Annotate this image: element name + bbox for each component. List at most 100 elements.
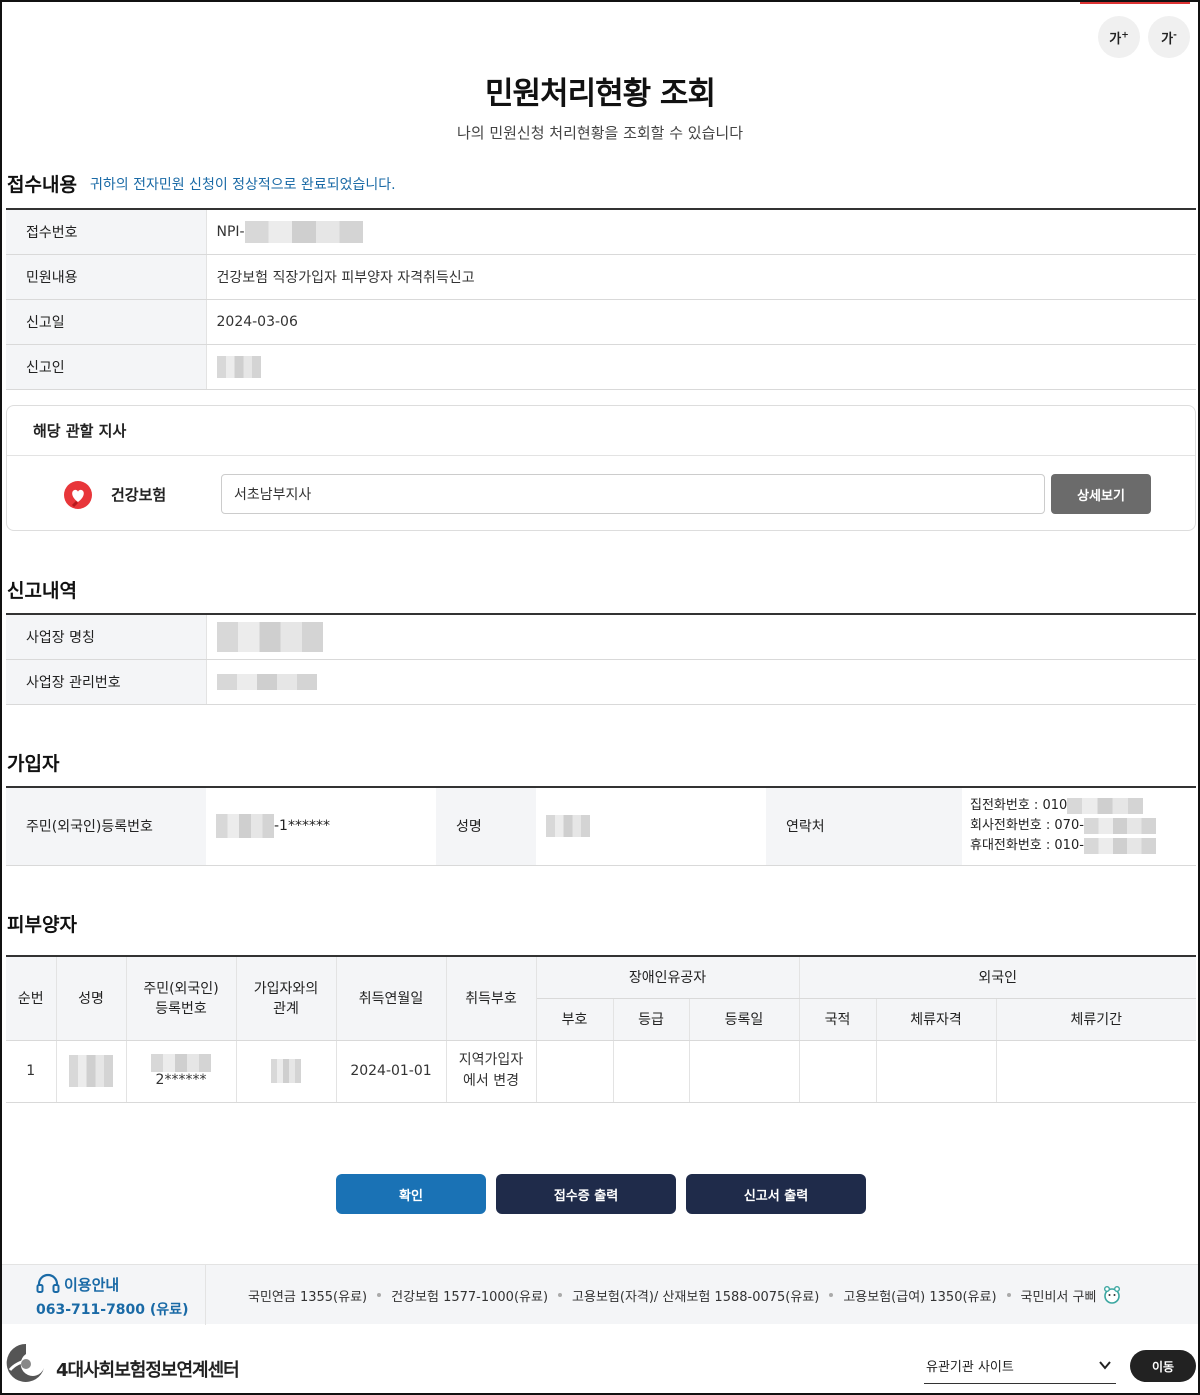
- separator-dot: [377, 1293, 382, 1297]
- hotline-employment-injury[interactable]: 고용보험(자격)/ 산재보험 1588-0075(유료): [572, 1286, 819, 1305]
- contact-label: 연락처: [766, 787, 962, 866]
- page-subtitle: 나의 민원신청 처리현황을 조회할 수 있습니다: [456, 124, 744, 142]
- health-insurance-heart-icon: [64, 481, 92, 509]
- masked-value: [216, 673, 317, 690]
- table-row: 사업장 관리번호: [6, 659, 1196, 705]
- col-disabled-code: 부호: [536, 998, 614, 1041]
- contact-title: 이용안내: [64, 1276, 120, 1294]
- reporter-label: 신고인: [6, 344, 207, 390]
- table-row: 주민(외국인)등록번호 -1****** 성명 연락처 집전화번호 : 010 …: [6, 787, 1196, 866]
- contact-phone: 063-711-7800 (유료): [36, 1302, 189, 1318]
- branch-title: 해당 관할 지사: [7, 406, 1195, 456]
- receipt-table: 접수번호 NPI- 민원내용 건강보험 직장가입자 피부양자 자격취득신고 신고…: [6, 208, 1196, 390]
- masked-value: [216, 621, 323, 652]
- font-decrease-sup: -: [1173, 30, 1177, 41]
- headset-icon: [36, 1273, 60, 1293]
- col-disabled-group: 장애인유공자: [536, 956, 800, 999]
- reporter-value: [206, 344, 1196, 390]
- font-size-controls: 가+ 가-: [1098, 16, 1190, 58]
- workplace-number-value: [206, 659, 1196, 705]
- table-row: 민원내용 건강보험 직장가입자 피부양자 자격취득신고: [6, 254, 1196, 300]
- subscriber-id-suffix: -1******: [274, 818, 330, 835]
- hotline-health[interactable]: 건강보험 1577-1000(유료): [391, 1286, 548, 1305]
- contact-value: 집전화번호 : 010 회사전화번호 : 070- 휴대전화번호 : 010-: [962, 787, 1196, 866]
- masked-value: [546, 815, 590, 838]
- org-logo-icon: [6, 1343, 44, 1382]
- chevron-down-icon: [1099, 1361, 1111, 1370]
- dep-stay-period: [996, 1040, 1196, 1103]
- petition-content-value: 건강보험 직장가입자 피부양자 자격취득신고: [206, 254, 1196, 300]
- dep-id-suffix: 2******: [155, 1072, 207, 1088]
- page-frame: 가+ 가- 민원처리현황 조회 나의 민원신청 처리현황을 조회할 수 있습니다…: [0, 0, 1200, 1395]
- workplace-name-value: [206, 614, 1196, 660]
- dep-acq-date: 2024-01-01: [336, 1040, 447, 1103]
- confirm-button[interactable]: 확인: [336, 1174, 486, 1214]
- table-row: 1 2****** 2024-01-01 지역가입자 에서 변경: [6, 1040, 1196, 1103]
- receipt-section-title: 접수내용: [7, 174, 77, 196]
- col-nationality: 국적: [799, 998, 877, 1041]
- print-receipt-button[interactable]: 접수증 출력: [496, 1174, 676, 1214]
- hotline-gubbi[interactable]: 국민비서 구삐: [1021, 1286, 1097, 1305]
- dep-disabled-reg: [689, 1040, 800, 1103]
- dep-relation: [236, 1040, 337, 1103]
- col-relation: 가입자와의 관계: [236, 956, 337, 1041]
- print-report-button[interactable]: 신고서 출력: [686, 1174, 866, 1214]
- masked-value: [1083, 817, 1156, 834]
- report-table: 사업장 명칭 사업장 관리번호: [6, 613, 1196, 705]
- table-row: 신고인: [6, 344, 1196, 390]
- petition-content-label: 민원내용: [6, 254, 207, 300]
- subscriber-name-value: [536, 787, 766, 866]
- col-seq: 순번: [6, 956, 57, 1041]
- receipt-number-label: 접수번호: [6, 209, 207, 255]
- masked-value: [151, 1054, 211, 1072]
- dep-seq: 1: [6, 1040, 57, 1103]
- receipt-number-value: NPI-: [206, 209, 1196, 255]
- masked-value: [216, 355, 261, 378]
- subscriber-id-value: -1******: [206, 787, 436, 866]
- mobile-phone: 휴대전화번호 : 010-: [970, 836, 1186, 856]
- report-date-label: 신고일: [6, 299, 207, 345]
- mobile-phone-text: 휴대전화번호 : 010-: [970, 838, 1084, 854]
- branch-box: 해당 관할 지사 건강보험 상세보기: [6, 405, 1196, 531]
- subscriber-table: 주민(외국인)등록번호 -1****** 성명 연락처 집전화번호 : 010 …: [6, 786, 1196, 866]
- report-date-value: 2024-03-06: [206, 299, 1196, 345]
- font-decrease-button[interactable]: 가-: [1148, 16, 1190, 58]
- branch-office-field[interactable]: [221, 474, 1045, 514]
- insurer-name: 건강보험: [111, 486, 167, 504]
- dep-name: [56, 1040, 127, 1103]
- subscriber-name-label: 성명: [436, 787, 536, 866]
- separator-dot: [829, 1293, 834, 1297]
- footer-info-bar: 이용안내 063-711-7800 (유료) 국민연금 1355(유료) 건강보…: [2, 1264, 1198, 1325]
- org-name: 4대사회보험정보연계센터: [56, 1360, 240, 1381]
- masked-value: [216, 814, 274, 839]
- subscriber-section-title: 가입자: [7, 753, 60, 775]
- table-header-row: 순번 성명 주민(외국인) 등록번호 가입자와의 관계 취득연월일 취득부호 장…: [6, 956, 1196, 1041]
- home-phone-text: 집전화번호 : 010: [970, 798, 1068, 814]
- dependents-section-title: 피부양자: [7, 914, 77, 936]
- completion-notice: 귀하의 전자민원 신청이 정상적으로 완료되었습니다.: [90, 177, 396, 193]
- separator-dot: [1006, 1293, 1011, 1297]
- table-row: 접수번호 NPI-: [6, 209, 1196, 255]
- related-site-select[interactable]: 유관기관 사이트: [924, 1350, 1116, 1384]
- dep-id: 2******: [126, 1040, 237, 1103]
- table-row: 신고일 2024-03-06: [6, 299, 1196, 345]
- hotline-pension[interactable]: 국민연금 1355(유료): [248, 1286, 367, 1305]
- receipt-number-prefix: NPI-: [216, 223, 245, 240]
- go-button[interactable]: 이동: [1130, 1350, 1196, 1382]
- office-phone: 회사전화번호 : 070-: [970, 816, 1186, 836]
- col-foreign-group: 외국인: [799, 956, 1196, 999]
- masked-value: [271, 1059, 301, 1083]
- col-id: 주민(외국인) 등록번호: [126, 956, 237, 1041]
- separator-dot: [558, 1293, 563, 1297]
- report-section-title: 신고내역: [7, 580, 77, 602]
- col-disabled-reg: 등록일: [689, 998, 800, 1041]
- col-acq-date: 취득연월일: [336, 956, 447, 1041]
- font-increase-button[interactable]: 가+: [1098, 16, 1140, 58]
- hotline-employment-benefit[interactable]: 고용보험(급여) 1350(유료): [843, 1286, 996, 1305]
- dep-disabled-grade: [613, 1040, 690, 1103]
- page-title: 민원처리현황 조회: [485, 76, 716, 112]
- home-phone: 집전화번호 : 010: [970, 796, 1186, 816]
- hotline-list: 국민연금 1355(유료) 건강보험 1577-1000(유료) 고용보험(자격…: [248, 1285, 1122, 1305]
- detail-view-button[interactable]: 상세보기: [1051, 474, 1151, 514]
- related-site-label: 유관기관 사이트: [926, 1360, 1014, 1375]
